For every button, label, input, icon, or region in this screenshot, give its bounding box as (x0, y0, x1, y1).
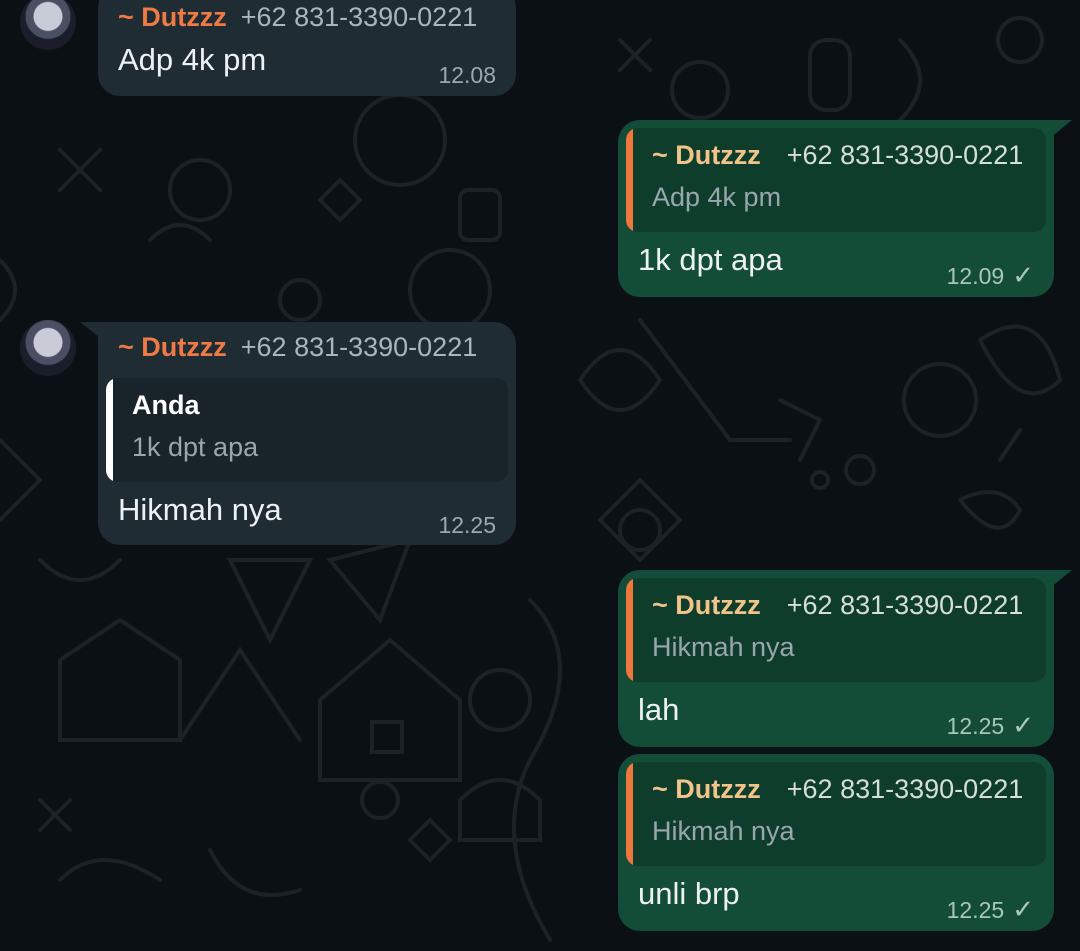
sender-name[interactable]: ~ Dutzzz (118, 332, 227, 362)
quoted-message[interactable]: ~ Dutzzz +62 831-3390-0221 Hikmah nya (626, 578, 1046, 682)
quote-text: Hikmah nya (652, 816, 795, 846)
check-icon: ✓ (1012, 894, 1034, 924)
message-time: 12.25 (438, 512, 496, 538)
message-time: 12.25 ✓ (947, 894, 1034, 925)
message-text: lah (638, 692, 680, 727)
message-text: 1k dpt apa (638, 242, 783, 277)
quote-sender-name: Anda (132, 390, 200, 420)
check-icon: ✓ (1012, 260, 1034, 290)
quote-bar (626, 128, 633, 232)
message-time-value: 12.09 (946, 263, 1005, 289)
quote-sender-name: ~ Dutzzz (652, 590, 761, 620)
quote-bar (626, 578, 633, 682)
quote-sender: ~ Dutzzz +62 831-3390-0221 (652, 140, 1023, 171)
quote-sender-phone: +62 831-3390-0221 (786, 140, 1024, 170)
quote-sender-phone: +62 831-3390-0221 (786, 590, 1024, 620)
quote-sender-name: ~ Dutzzz (652, 140, 761, 170)
quoted-message[interactable]: Anda 1k dpt apa (106, 378, 508, 482)
bubble-tail (1050, 120, 1072, 138)
quoted-message[interactable]: ~ Dutzzz +62 831-3390-0221 Adp 4k pm (626, 128, 1046, 232)
sender-header: ~ Dutzzz +62 831-3390-0221 (118, 332, 477, 363)
quote-sender-name: ~ Dutzzz (652, 774, 761, 804)
quote-bar (626, 762, 633, 866)
quote-bar (106, 378, 113, 482)
outgoing-message-bubble[interactable]: ~ Dutzzz +62 831-3390-0221 Adp 4k pm 1k d… (618, 120, 1054, 297)
quote-sender: ~ Dutzzz +62 831-3390-0221 (652, 774, 1023, 805)
bubble-tail (1050, 570, 1072, 588)
sender-phone: +62 831-3390-0221 (240, 2, 478, 32)
message-time: 12.08 (438, 62, 496, 88)
outgoing-message-bubble[interactable]: ~ Dutzzz +62 831-3390-0221 Hikmah nya unl… (618, 754, 1054, 931)
sender-phone: +62 831-3390-0221 (240, 332, 478, 362)
message-time: 12.09 ✓ (947, 260, 1034, 291)
quoted-message[interactable]: ~ Dutzzz +62 831-3390-0221 Hikmah nya (626, 762, 1046, 866)
quote-text: Hikmah nya (652, 632, 795, 662)
quote-sender: ~ Dutzzz +62 831-3390-0221 (652, 590, 1023, 621)
message-text: Hikmah nya (118, 492, 282, 527)
incoming-message-bubble[interactable]: ~ Dutzzz +62 831-3390-0221 Adp 4k pm 12.0… (98, 0, 516, 96)
quote-text: Adp 4k pm (652, 182, 782, 212)
bubble-tail (80, 322, 100, 338)
message-text: Adp 4k pm (118, 42, 267, 77)
quote-text: 1k dpt apa (132, 432, 259, 462)
check-icon: ✓ (1012, 710, 1034, 740)
quote-sender-phone: +62 831-3390-0221 (786, 774, 1024, 804)
message-time-value: 12.25 (946, 713, 1005, 739)
outgoing-message-bubble[interactable]: ~ Dutzzz +62 831-3390-0221 Hikmah nya lah… (618, 570, 1054, 747)
message-text: unli brp (638, 876, 740, 911)
avatar[interactable] (20, 320, 76, 376)
sender-name[interactable]: ~ Dutzzz (118, 2, 227, 32)
incoming-message-bubble[interactable]: ~ Dutzzz +62 831-3390-0221 Anda 1k dpt ap… (98, 322, 516, 545)
message-time-value: 12.25 (946, 897, 1005, 923)
sender-header: ~ Dutzzz +62 831-3390-0221 (118, 2, 477, 33)
message-time: 12.25 ✓ (947, 710, 1034, 741)
